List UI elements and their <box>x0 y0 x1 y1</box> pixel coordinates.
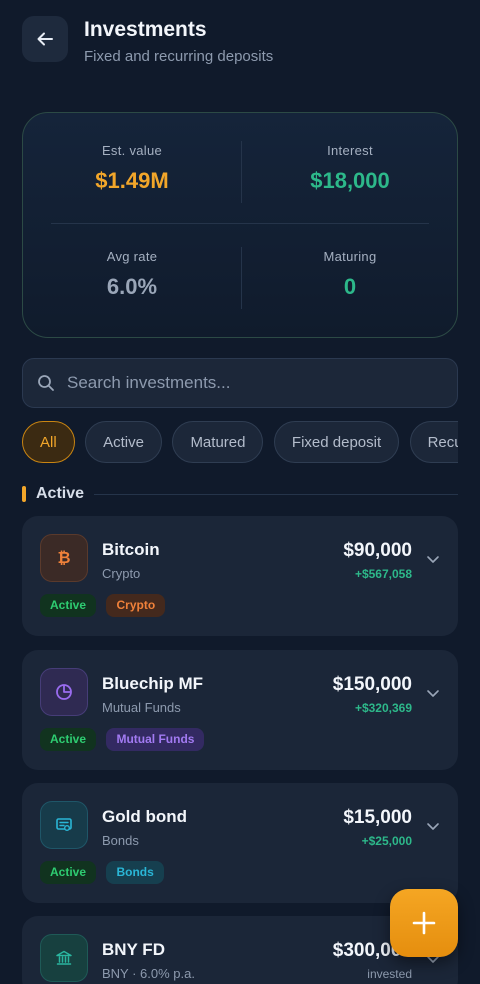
investment-amount: $90,000 <box>343 540 412 561</box>
tag-row: Active Crypto <box>40 594 171 617</box>
investment-gain: +$567,058 <box>354 567 412 581</box>
investment-amount: $150,000 <box>332 674 412 695</box>
chevron-down-icon[interactable] <box>426 686 440 700</box>
tag-row: Active Mutual Funds <box>40 728 210 751</box>
section-header-active: Active <box>22 484 458 504</box>
stat-value: $18,000 <box>310 168 390 193</box>
category-badge: Mutual Funds <box>106 728 205 751</box>
category-badge: Bonds <box>106 861 164 884</box>
status-badge: Active <box>40 728 97 751</box>
investment-name: Bitcoin <box>102 540 160 559</box>
svg-text:₿: ₿ <box>57 548 70 567</box>
stat-label: Est. value <box>101 143 163 158</box>
filter-chip-recurring[interactable]: Recurring <box>409 421 458 463</box>
investment-gain: +$25,000 <box>361 834 412 848</box>
category-badge: Crypto <box>106 594 166 617</box>
header: Investments Fixed and recurring deposits <box>22 16 458 76</box>
stat-value: 6.0% <box>106 274 158 299</box>
investment-type: Mutual Funds <box>102 700 181 715</box>
search-input[interactable] <box>67 373 427 393</box>
tag-row: Active Bonds <box>40 861 170 884</box>
section-divider <box>94 494 458 495</box>
page-subtitle: Fixed and recurring deposits <box>84 48 274 65</box>
filter-chip-active[interactable]: Active <box>85 421 162 463</box>
stat-value: $1.49M <box>95 168 169 193</box>
filter-chip-matured[interactable]: Matured <box>172 421 264 463</box>
filter-chip-fixed-deposit[interactable]: Fixed deposit <box>273 421 400 463</box>
filter-chip-all[interactable]: All <box>22 421 75 463</box>
investment-card-bluechip-mf[interactable]: Bluechip MF Mutual Funds $150,000 +$320,… <box>22 650 458 770</box>
back-button[interactable] <box>22 16 68 62</box>
stat-label: Avg rate <box>106 249 158 264</box>
stat-label: Interest <box>327 143 373 158</box>
search-bar[interactable] <box>22 358 458 408</box>
investment-type: BNY · 6.0% p.a. <box>102 966 195 981</box>
investment-name: Bluechip MF <box>102 674 204 693</box>
search-icon <box>38 375 54 391</box>
pie-chart-icon <box>40 668 88 716</box>
section-accent-bar <box>22 486 26 502</box>
investment-card-bitcoin[interactable]: ₿ Bitcoin Crypto $90,000 +$567,058 Activ… <box>22 516 458 636</box>
divider <box>51 223 429 224</box>
chevron-down-icon[interactable] <box>426 552 440 566</box>
section-title: Active <box>36 485 85 502</box>
stat-value: 0 <box>343 274 357 299</box>
summary-stats-card: Est. value $1.49M Interest $18,000 Avg r… <box>22 112 458 338</box>
investment-gain: +$320,369 <box>354 701 412 715</box>
stat-label: Maturing <box>323 249 377 264</box>
stat-avg-rate: Avg rate 6.0% <box>23 249 241 300</box>
bank-icon <box>40 934 88 982</box>
status-badge: Active <box>40 594 97 617</box>
stat-interest: Interest $18,000 <box>241 143 459 194</box>
investment-name: Gold bond <box>102 807 187 826</box>
filter-chips: All Active Matured Fixed deposit Recurri… <box>22 421 458 465</box>
investment-type: Bonds <box>102 833 139 848</box>
investment-invested-label: invested <box>367 967 412 981</box>
bitcoin-icon: ₿ <box>40 534 88 582</box>
investment-name: BNY FD <box>102 940 165 959</box>
page-title: Investments <box>84 18 207 41</box>
add-investment-button[interactable] <box>390 889 458 957</box>
status-badge: Active <box>40 861 97 884</box>
investment-amount: $15,000 <box>343 807 412 828</box>
certificate-icon <box>40 801 88 849</box>
chevron-down-icon[interactable] <box>426 819 440 833</box>
arrow-left-icon <box>37 32 53 46</box>
investment-card-gold-bond[interactable]: Gold bond Bonds $15,000 +$25,000 Active … <box>22 783 458 903</box>
investment-type: Crypto <box>102 566 141 581</box>
plus-icon <box>412 911 436 935</box>
stat-maturing: Maturing 0 <box>241 249 459 300</box>
stat-est-value: Est. value $1.49M <box>23 143 241 194</box>
